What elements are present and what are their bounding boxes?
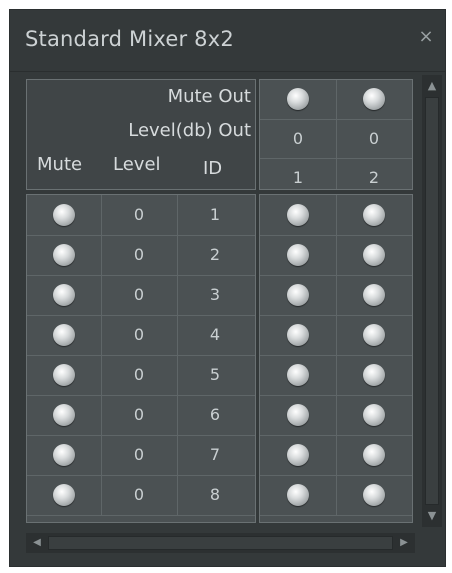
grid-line: [260, 515, 412, 516]
matrix-crosspoint-button[interactable]: [287, 404, 309, 426]
grid-line: [27, 235, 255, 236]
mute-out-1-button[interactable]: [287, 88, 309, 110]
grid-line: [260, 395, 412, 396]
output-id: 2: [368, 168, 380, 187]
input-id: 8: [209, 485, 221, 504]
matrix-crosspoint-button[interactable]: [363, 244, 385, 266]
matrix-panel: [259, 194, 413, 523]
matrix-crosspoint-button[interactable]: [287, 204, 309, 226]
input-mute-button[interactable]: [53, 364, 75, 386]
mute-column-label: Mute: [37, 154, 83, 175]
input-level[interactable]: 0: [119, 245, 159, 264]
matrix-crosspoint-button[interactable]: [287, 444, 309, 466]
close-icon[interactable]: ×: [416, 27, 436, 47]
id-column-label: ID: [203, 158, 223, 179]
matrix-crosspoint-button[interactable]: [287, 284, 309, 306]
input-header-panel: Mute Out Level(db) Out Mute Level ID: [26, 79, 256, 190]
input-id: 6: [209, 405, 221, 424]
grid-line: [260, 235, 412, 236]
input-mute-button[interactable]: [53, 324, 75, 346]
grid-line: [336, 80, 337, 189]
grid-line: [27, 435, 255, 436]
input-level[interactable]: 0: [119, 485, 159, 504]
grid-line: [260, 355, 412, 356]
grid-line: [27, 475, 255, 476]
input-mute-button[interactable]: [53, 204, 75, 226]
output-level[interactable]: 0: [278, 129, 318, 148]
input-id: 5: [209, 365, 221, 384]
grid-line: [260, 475, 412, 476]
input-level[interactable]: 0: [119, 285, 159, 304]
mute-out-label: Mute Out: [167, 86, 251, 107]
scroll-down-icon[interactable]: ▼: [425, 509, 439, 523]
grid-line: [27, 315, 255, 316]
title-divider: [9, 71, 446, 72]
output-level[interactable]: 0: [354, 129, 394, 148]
matrix-crosspoint-button[interactable]: [287, 324, 309, 346]
matrix-crosspoint-button[interactable]: [363, 364, 385, 386]
horizontal-scrollbar[interactable]: ◀ ▶: [26, 533, 415, 553]
matrix-crosspoint-button[interactable]: [287, 484, 309, 506]
output-id: 1: [292, 168, 304, 187]
grid-line: [260, 315, 412, 316]
grid-line: [260, 158, 412, 159]
grid-line: [27, 355, 255, 356]
input-level[interactable]: 0: [119, 325, 159, 344]
matrix-crosspoint-button[interactable]: [363, 484, 385, 506]
scroll-left-icon[interactable]: ◀: [30, 536, 44, 550]
title-bar[interactable]: Standard Mixer 8x2 ×: [9, 9, 446, 71]
input-level[interactable]: 0: [119, 365, 159, 384]
matrix-crosspoint-button[interactable]: [363, 284, 385, 306]
input-id: 2: [209, 245, 221, 264]
scroll-right-icon[interactable]: ▶: [397, 536, 411, 550]
grid-line: [260, 275, 412, 276]
input-level[interactable]: 0: [119, 405, 159, 424]
level-out-label: Level(db) Out: [128, 120, 251, 141]
matrix-crosspoint-button[interactable]: [287, 364, 309, 386]
mixer-window: Standard Mixer 8x2 × Mute Out Level(db) …: [9, 9, 446, 567]
input-mute-button[interactable]: [53, 484, 75, 506]
input-id: 4: [209, 325, 221, 344]
input-mute-button[interactable]: [53, 244, 75, 266]
input-mute-button[interactable]: [53, 404, 75, 426]
matrix-crosspoint-button[interactable]: [363, 444, 385, 466]
window-title: Standard Mixer 8x2: [25, 27, 234, 51]
input-id: 7: [209, 445, 221, 464]
grid-line: [260, 119, 412, 120]
level-column-label: Level: [113, 154, 161, 175]
input-mute-button[interactable]: [53, 284, 75, 306]
vertical-scrollbar[interactable]: ▲ ▼: [422, 75, 442, 527]
grid-line: [27, 515, 255, 516]
matrix-crosspoint-button[interactable]: [363, 204, 385, 226]
grid-line: [27, 275, 255, 276]
matrix-crosspoint-button[interactable]: [363, 324, 385, 346]
mute-out-2-button[interactable]: [363, 88, 385, 110]
input-rows-panel: 0 1 0 2 0 3 0 4 0 5 0 6 0 7 0 8: [26, 194, 256, 523]
output-header-panel: 0 0 1 2: [259, 79, 413, 190]
input-level[interactable]: 0: [119, 205, 159, 224]
scroll-up-icon[interactable]: ▲: [425, 79, 439, 93]
grid-line: [260, 435, 412, 436]
vertical-scroll-thumb[interactable]: [425, 97, 439, 505]
input-mute-button[interactable]: [53, 444, 75, 466]
horizontal-scroll-thumb[interactable]: [48, 536, 393, 550]
input-level[interactable]: 0: [119, 445, 159, 464]
grid-line: [27, 395, 255, 396]
input-id: 1: [209, 205, 221, 224]
input-id: 3: [209, 285, 221, 304]
matrix-crosspoint-button[interactable]: [287, 244, 309, 266]
matrix-crosspoint-button[interactable]: [363, 404, 385, 426]
